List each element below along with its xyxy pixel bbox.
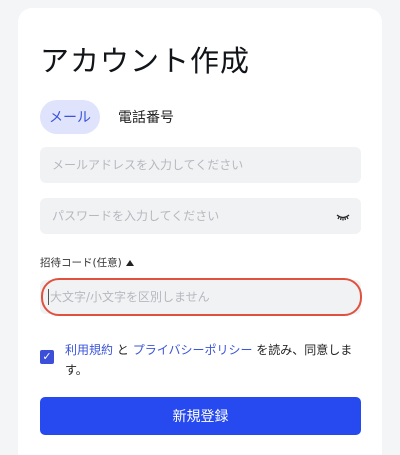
password-input[interactable] — [52, 198, 327, 234]
signup-button[interactable]: 新規登録 — [40, 397, 361, 435]
agreement-row: ✓ 利用規約 と プライバシーポリシー を読み、同意します。 — [40, 340, 360, 380]
tab-email[interactable]: メール — [40, 100, 100, 134]
terms-link[interactable]: 利用規約 — [65, 343, 113, 357]
tab-phone[interactable]: 電話番号 — [118, 100, 174, 134]
eye-closed-icon[interactable] — [335, 208, 351, 224]
password-field-wrapper — [40, 198, 361, 234]
privacy-link[interactable]: プライバシーポリシー — [133, 343, 253, 357]
email-field-wrapper — [40, 147, 361, 183]
caret-up-icon — [125, 259, 134, 266]
email-input[interactable] — [52, 147, 361, 183]
invite-code-toggle[interactable]: 招待コード(任意) — [40, 255, 134, 270]
invite-code-input[interactable] — [48, 280, 361, 314]
check-icon: ✓ — [42, 350, 52, 363]
invite-code-label: 招待コード(任意) — [40, 257, 122, 269]
agree-checkbox[interactable]: ✓ — [40, 350, 54, 364]
invite-code-field-wrapper — [40, 280, 361, 314]
text-cursor — [48, 289, 49, 305]
agreement-text: 利用規約 と プライバシーポリシー を読み、同意します。 — [65, 340, 360, 380]
agreement-connector: と — [116, 343, 129, 357]
page-title: アカウント作成 — [40, 44, 251, 78]
signup-method-tabs: メール 電話番号 — [40, 100, 174, 134]
